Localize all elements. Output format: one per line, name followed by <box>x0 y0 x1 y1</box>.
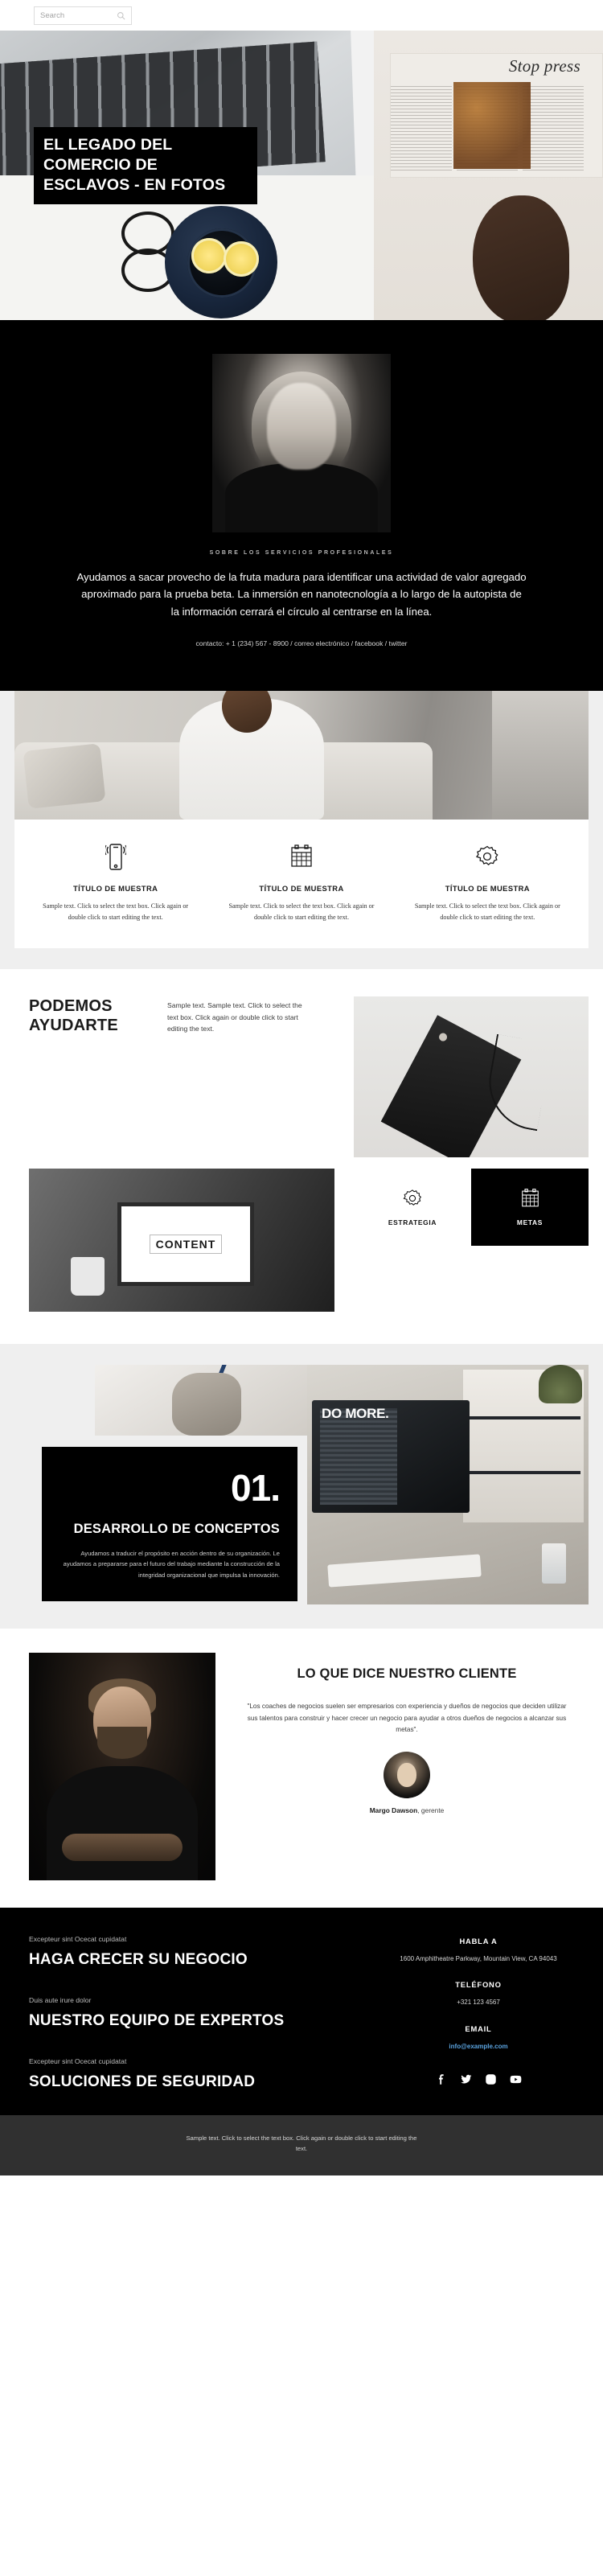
testimonial-author-role: , gerente <box>417 1806 445 1815</box>
tag-photo <box>354 996 589 1157</box>
hero-section: Stop press EL LEGADO DEL COMERCIO DE ESC… <box>0 31 603 320</box>
feature-title: TÍTULO DE MUESTRA <box>259 884 344 894</box>
footer-heading: NUESTRO EQUIPO DE EXPERTOS <box>29 2011 285 2029</box>
footer-bottom-bar: Sample text. Click to select the text bo… <box>0 2114 603 2176</box>
gear-icon <box>406 840 569 873</box>
about-section: SOBRE LOS SERVICIOS PROFESIONALES Ayudam… <box>0 320 603 692</box>
laptop-screen-label: CONTENT <box>149 1234 223 1254</box>
feature-text: Sample text. Click to select the text bo… <box>43 902 189 922</box>
help-text: Sample text. Sample text. Click to selec… <box>167 1000 302 1033</box>
monitor-text: DO MORE. <box>322 1405 389 1421</box>
concept-text: Ayudamos a traducir el propósito en acci… <box>63 1549 280 1579</box>
footer-bottom-text: Sample text. Click to select the text bo… <box>186 2134 417 2153</box>
concept-card: 01. DESARROLLO DE CONCEPTOS Ayudamos a t… <box>42 1446 297 1602</box>
concepts-section: 01. DESARROLLO DE CONCEPTOS Ayudamos a t… <box>0 1343 603 1629</box>
page-root: Stop press EL LEGADO DEL COMERCIO DE ESC… <box>0 0 603 2176</box>
laptop-meeting-photo: CONTENT <box>29 1168 334 1312</box>
footer-block[interactable]: Excepteur sint Ocecat cupidatat HAGA CRE… <box>29 1935 368 1969</box>
help-section: PODEMOS AYUDARTE Sample text. Sample tex… <box>0 968 603 1344</box>
mobile-phone-icon <box>34 840 197 873</box>
gear-icon <box>403 1189 422 1206</box>
footer-heading: HAGA CRECER SU NEGOCIO <box>29 1950 248 1968</box>
feature-card: TÍTULO DE MUESTRA Sample text. Click to … <box>23 840 208 924</box>
feature-card: TÍTULO DE MUESTRA Sample text. Click to … <box>395 840 580 924</box>
feature-title: TÍTULO DE MUESTRA <box>445 884 530 894</box>
email-label: EMAIL <box>465 2024 492 2033</box>
testimonial-photo <box>29 1652 215 1880</box>
footer-headlines: Excepteur sint Ocecat cupidatat HAGA CRE… <box>14 1935 368 2091</box>
testimonial-heading: LO QUE DICE NUESTRO CLIENTE <box>297 1666 517 1681</box>
about-lead-text: Ayudamos a sacar provecho de la fruta ma… <box>76 571 527 618</box>
kpi-card-estrategia[interactable]: ESTRATEGIA <box>354 1168 471 1246</box>
concept-title: DESARROLLO DE CONCEPTOS <box>73 1521 280 1536</box>
footer-block[interactable]: Duis aute irure dolor NUESTRO EQUIPO DE … <box>29 1996 368 2030</box>
features-banner-photo <box>14 691 589 820</box>
about-eyebrow: SOBRE LOS SERVICIOS PROFESIONALES <box>209 550 394 556</box>
search-bar <box>0 0 603 31</box>
kpi-card-metas[interactable]: METAS <box>471 1168 589 1246</box>
feature-text: Sample text. Click to select the text bo… <box>228 902 375 922</box>
testimonial-author: Margo Dawson, gerente <box>233 1806 580 1814</box>
footer-heading: SOLUCIONES DE SEGURIDAD <box>29 2073 256 2090</box>
calendar-icon <box>219 840 383 873</box>
concept-number: 01. <box>231 1466 281 1509</box>
testimonial-section: LO QUE DICE NUESTRO CLIENTE "Los coaches… <box>0 1628 603 1908</box>
magazine-headline: Stop press <box>508 56 580 76</box>
address-label: HABLA A <box>459 1936 498 1945</box>
features-section: TÍTULO DE MUESTRA Sample text. Click to … <box>0 691 603 969</box>
search-input[interactable] <box>40 10 111 20</box>
kpi-label: METAS <box>516 1218 544 1226</box>
youtube-icon[interactable] <box>510 2073 522 2089</box>
footer-kicker: Excepteur sint Ocecat cupidatat <box>29 1934 127 1943</box>
feature-text: Sample text. Click to select the text bo… <box>414 902 560 922</box>
social-links <box>368 2073 589 2089</box>
twitter-icon[interactable] <box>460 2073 472 2089</box>
kpi-row: ESTRATEGIA METAS <box>354 1168 589 1246</box>
testimonial-author-name: Margo Dawson <box>369 1806 418 1815</box>
footer-block[interactable]: Excepteur sint Ocecat cupidatat SOLUCION… <box>29 2057 368 2091</box>
address-value: 1600 Amphitheatre Parkway, Mountain View… <box>400 1954 557 1962</box>
search-box[interactable] <box>34 6 132 25</box>
features-grid: TÍTULO DE MUESTRA Sample text. Click to … <box>14 820 589 948</box>
footer-kicker: Duis aute irure dolor <box>29 1995 92 2004</box>
calendar-icon <box>521 1188 539 1207</box>
feature-card: TÍTULO DE MUESTRA Sample text. Click to … <box>208 840 394 924</box>
feature-title: TÍTULO DE MUESTRA <box>73 884 158 894</box>
search-icon[interactable] <box>117 11 125 20</box>
facebook-icon[interactable] <box>435 2073 447 2089</box>
instagram-icon[interactable] <box>485 2073 497 2089</box>
about-portrait-photo <box>212 354 391 532</box>
footer-section: Excepteur sint Ocecat cupidatat HAGA CRE… <box>0 1907 603 2115</box>
help-title: PODEMOS AYUDARTE <box>29 996 118 1035</box>
email-value[interactable]: info@example.com <box>368 2041 589 2052</box>
footer-kicker: Excepteur sint Ocecat cupidatat <box>29 2056 127 2065</box>
kpi-label: ESTRATEGIA <box>388 1218 437 1226</box>
phone-label: TELÉFONO <box>455 1980 502 1990</box>
workspace-photo: DO MORE. <box>307 1364 589 1604</box>
footer-contact: HABLA A 1600 Amphitheatre Parkway, Mount… <box>368 1935 589 2091</box>
writing-hand-photo <box>95 1364 314 1436</box>
hero-title: EL LEGADO DEL COMERCIO DE ESCLAVOS - EN … <box>34 127 257 205</box>
phone-value[interactable]: +321 123 4567 <box>368 1997 589 2008</box>
avatar <box>384 1752 430 1799</box>
testimonial-quote: "Los coaches de negocios suelen ser empr… <box>247 1703 567 1734</box>
about-contact-line[interactable]: contacto: + 1 (234) 567 - 8900 / correo … <box>0 639 603 647</box>
